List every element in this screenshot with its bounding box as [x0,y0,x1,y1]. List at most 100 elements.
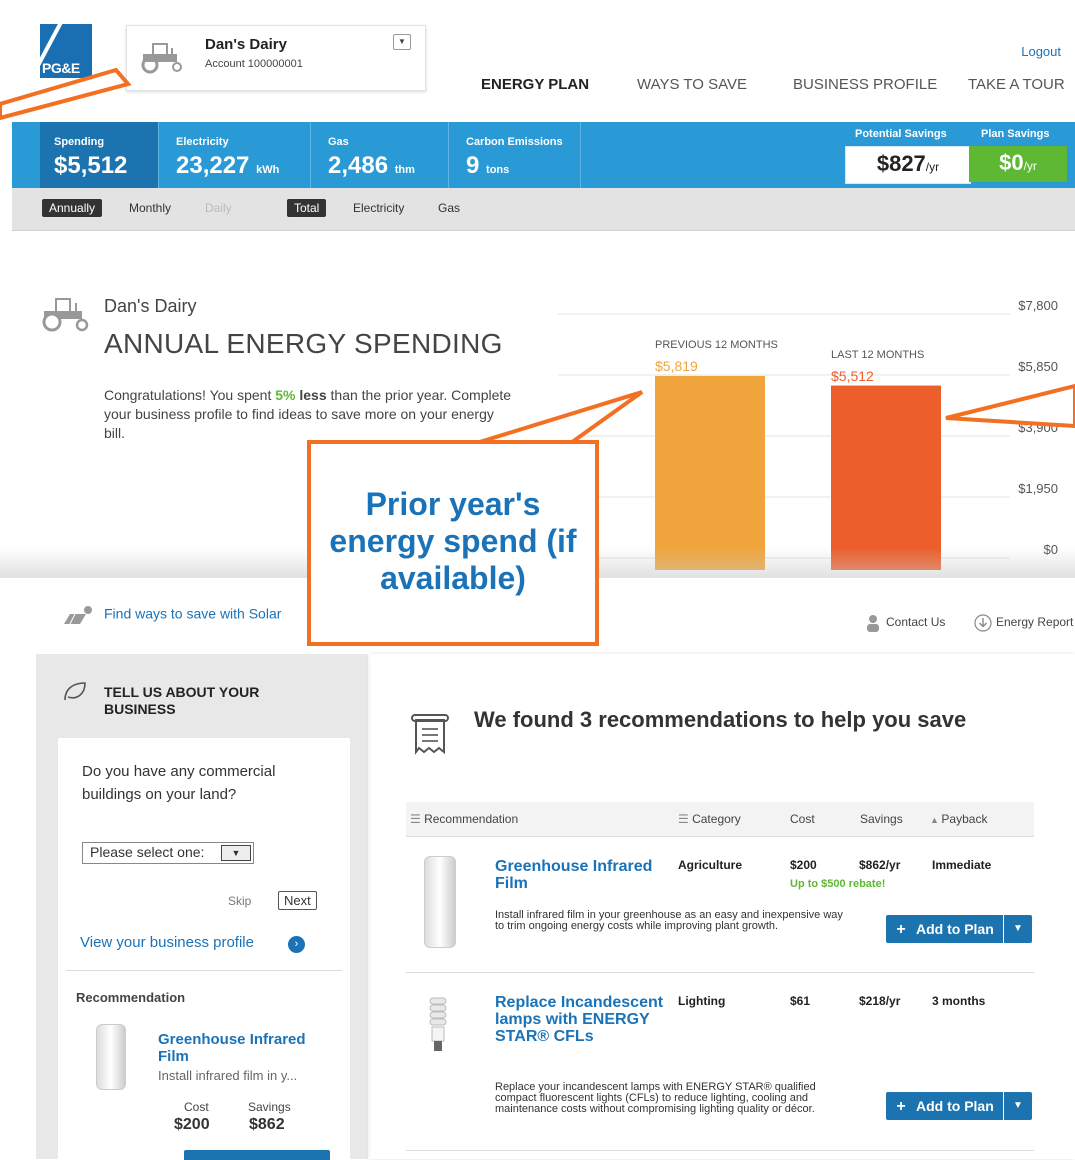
data-label: $5,819 [655,358,698,374]
logout-link[interactable]: Logout [1021,44,1061,59]
filter-daily[interactable]: Daily [198,199,239,217]
profile-question: Do you have any commercial buildings on … [82,763,276,803]
recommendation-label: Recommendation [76,990,186,1005]
col-savings[interactable]: Savings [860,812,903,826]
category-label: LAST 12 MONTHS [831,349,924,361]
profile-heading: TELL US ABOUT YOUR BUSINESS [64,682,294,718]
filter-monthly[interactable]: Monthly [122,199,178,217]
film-roll-image [96,1024,126,1090]
savings-value: $862 [249,1116,285,1133]
col-payback[interactable]: ▲ Payback [930,812,987,826]
row-divider [406,1150,1034,1151]
rec-desc: Install infrared film in your greenhouse… [495,909,843,932]
skip-button[interactable]: Skip [228,894,251,908]
nav-business-profile[interactable]: BUSINESS PROFILE [793,76,937,93]
receipt-icon [411,714,449,755]
solar-link[interactable]: Find ways to save with Solar [62,604,281,626]
leaf-icon [64,682,86,701]
y-tick-label: $5,850 [1018,359,1058,374]
filter-total[interactable]: Total [287,199,327,217]
spending-message: Congratulations! You spent 5% less than … [104,387,512,441]
rec-cost: $200 [790,858,817,872]
col-cost[interactable]: Cost [790,812,815,826]
account-name: Dan's Dairy [205,36,287,53]
rec-savings: $862/yr [859,858,901,872]
spending-chart: $0$1,950$3,900$5,850$7,800PREVIOUS 12 MO… [558,298,1058,570]
stat-spending[interactable]: Spending $5,512 [40,122,159,188]
account-selector[interactable]: Dan's Dairy Account 100000001 ▼ [126,25,426,91]
contact-us-link[interactable]: Contact Us [866,614,945,632]
nav-take-a-tour[interactable]: TAKE A TOUR [968,76,1065,93]
account-number: Account 100000001 [205,58,303,70]
business-name: Dan's Dairy [104,296,197,316]
category-label: PREVIOUS 12 MONTHS [655,339,778,351]
filter-annually[interactable]: Annually [42,199,103,217]
profile-question-card: Do you have any commercial buildings on … [58,738,350,1160]
filter-gas[interactable]: Gas [431,199,467,217]
stat-electricity[interactable]: Electricity 23,227 kWh [162,122,311,188]
stat-carbon[interactable]: Carbon Emissions 9 tons [452,122,581,188]
chevron-down-icon[interactable]: ▼ [1004,915,1032,943]
y-tick-label: $3,900 [1018,420,1058,435]
rec-desc: Replace your incandescent lamps with ENE… [495,1081,816,1115]
y-tick-label: $1,950 [1018,481,1058,496]
page-title: ANNUAL ENERGY SPENDING [104,328,503,359]
nav-energy-plan[interactable]: ENERGY PLAN [481,76,589,93]
cost-value: $200 [174,1116,210,1133]
callout-text: Prior year's energy spend (if available) [329,486,577,596]
potential-savings-label: Potential Savings [855,128,947,140]
cfl-bulb-icon [429,997,447,1051]
chevron-down-icon[interactable]: ▼ [1004,1092,1032,1120]
tractor-icon [141,43,182,74]
energy-report-link[interactable]: Energy Report [974,614,1073,632]
data-label: $5,512 [831,368,874,384]
plus-icon: + [896,921,906,938]
rec-rebate: Up to $500 rebate! [790,878,886,890]
film-roll-image [424,856,456,948]
pge-logo: PG&E [40,24,92,78]
add-to-plan-button[interactable]: + Add to Plan ▼ [886,1092,1032,1120]
rec-cost: $61 [790,994,811,1008]
col-recommendation[interactable]: ☰ Recommendation [410,812,518,826]
stats-bar: Spending $5,512 Electricity 23,227 kWh G… [12,122,1075,188]
nav-ways-to-save[interactable]: WAYS TO SAVE [637,76,747,93]
solar-panel-icon [64,606,92,625]
recommendations-title: We found 3 recommendations to help you s… [474,707,967,732]
rec-title[interactable]: Replace Incandescent lamps with ENERGY S… [495,994,671,1045]
download-icon [974,614,992,632]
plus-icon: + [896,1098,906,1115]
rec-title[interactable]: Greenhouse Infrared Film [495,858,671,892]
recommendations-table-header: ☰ Recommendation ☰ Category Cost Savings… [406,802,1034,837]
add-to-plan-button[interactable]: + Add to Plan ▼ [886,915,1032,943]
next-button[interactable]: Next [278,891,317,910]
col-category[interactable]: ☰ Category [678,812,741,826]
filter-bar: Annually Monthly Daily Total Electricity… [12,188,1075,231]
recommendation-title[interactable]: Greenhouse Infrared Film [158,1031,338,1065]
cost-label: Cost [184,1100,209,1114]
callout-box: Prior year's energy spend (if available) [307,440,599,646]
savings-label: Savings [248,1100,291,1114]
view-profile-link[interactable]: View your business profile [80,934,254,951]
plan-savings-label: Plan Savings [981,128,1050,140]
bar [831,385,941,570]
rec-payback: 3 months [932,994,986,1008]
tractor-icon [42,298,89,332]
rec-payback: Immediate [932,858,992,872]
arrow-right-icon[interactable]: › [288,936,305,953]
potential-savings-value: $827/yr [845,146,971,184]
building-select[interactable]: Please select one: ▼ [82,842,254,864]
rec-savings: $218/yr [859,994,901,1008]
rec-category: Agriculture [678,858,743,872]
stat-gas[interactable]: Gas 2,486 thm [314,122,449,188]
rec-category: Lighting [678,994,726,1008]
divider [66,970,342,971]
recommendation-desc: Install infrared film in y... [158,1068,298,1083]
savings-box: Potential Savings Plan Savings $827/yr $… [835,126,1075,184]
plan-savings-value: $0/yr [969,146,1067,182]
filter-electricity[interactable]: Electricity [346,199,411,217]
bar [655,375,765,570]
person-icon [867,615,879,632]
chevron-down-icon[interactable]: ▼ [393,34,411,50]
row-divider [406,972,1034,973]
chevron-down-icon[interactable]: ▼ [221,845,251,861]
